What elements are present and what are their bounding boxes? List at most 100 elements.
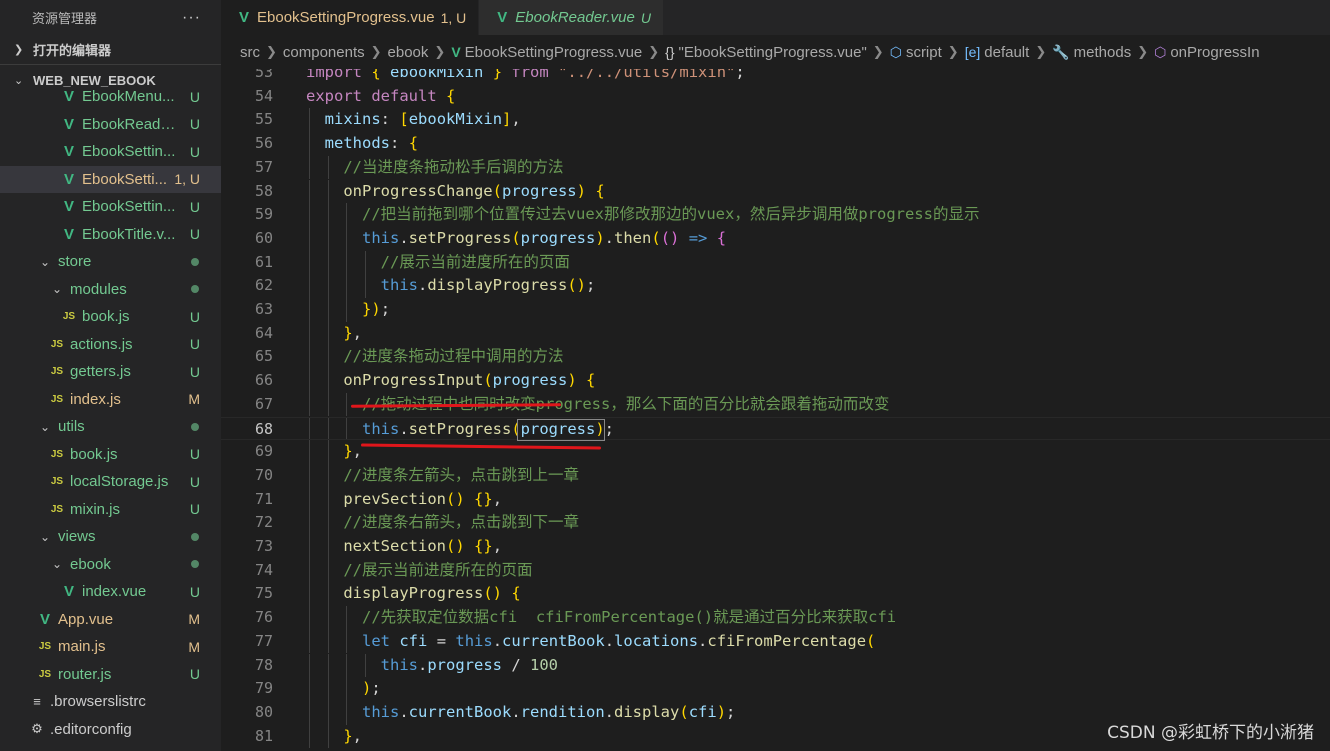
folder-item[interactable]: ⌄ modules <box>0 276 221 304</box>
file-item[interactable]: JS book.js U <box>0 441 221 469</box>
js-file-icon: JS <box>50 393 64 405</box>
breadcrumb-ebook[interactable]: ebook <box>388 44 429 61</box>
folder-item[interactable]: ⌄ store <box>0 248 221 276</box>
code-editor[interactable]: 53 import { ebookMixin } from "../../util… <box>221 69 1330 751</box>
tree-item-label: .browserslistrc <box>50 693 146 711</box>
git-status-badge: U <box>189 88 200 105</box>
file-item[interactable]: JS index.js M <box>0 386 221 414</box>
code-line[interactable]: 73 nextSection() {}, <box>221 535 1330 559</box>
editor-tabs: V EbookSettingProgress.vue 1, U V EbookR… <box>221 0 1330 35</box>
line-number: 65 <box>254 347 273 366</box>
file-item[interactable]: V EbookMenu... U <box>0 83 221 111</box>
file-item[interactable]: V EbookSettin... U <box>0 138 221 166</box>
tree-item-label: localStorage.js <box>70 473 169 491</box>
folder-item[interactable]: ⌄ views <box>0 523 221 551</box>
code-line[interactable]: 57 //当进度条拖动松手后调的方法 <box>221 155 1330 180</box>
code-line[interactable]: 62 this.displayProgress(); <box>221 274 1330 298</box>
code-line[interactable]: 58 onProgressChange(progress) { <box>221 179 1330 204</box>
tab-ebook-reader[interactable]: V EbookReader.vue U <box>479 0 664 35</box>
file-item[interactable]: V EbookTitle.v... U <box>0 221 221 249</box>
vue-file-icon: V <box>63 115 74 133</box>
braces-icon: {} <box>665 44 675 60</box>
code-line[interactable]: 79 ); <box>221 677 1330 701</box>
code-line[interactable]: 59 //把当前拖到哪个位置传过去vuex那修改那边的vuex，然后异步调用做p… <box>221 203 1330 227</box>
more-actions-icon[interactable]: ··· <box>182 9 201 27</box>
tab-ebook-setting-progress[interactable]: V EbookSettingProgress.vue 1, U <box>221 0 480 35</box>
code-line[interactable]: 72 //进度条右箭头，点击跳到下一章 <box>221 511 1330 535</box>
git-status-badge: M <box>188 638 200 655</box>
code-line[interactable]: 53 import { ebookMixin } from "../../util… <box>221 69 1330 85</box>
code-line[interactable]: 76 //先获取定位数据cfi cfiFromPercentage()就是通过百… <box>221 606 1330 630</box>
code-text: //把当前拖到哪个位置传过去vuex那修改那边的vuex，然后异步调用做prog… <box>362 205 980 224</box>
code-text: this.setProgress(progress).then(() => { <box>362 228 727 247</box>
file-item[interactable]: V EbookSetti... 1, U <box>0 165 221 193</box>
open-editors-section[interactable]: ❯ 打开的编辑器 <box>0 35 221 65</box>
tree-item-label: utils <box>58 418 85 436</box>
code-line[interactable]: 75 displayProgress() { <box>221 582 1330 607</box>
file-item[interactable]: JS main.js M <box>0 633 221 661</box>
breadcrumb-method[interactable]: onProgressIn <box>1170 44 1259 61</box>
file-item[interactable]: JS book.js U <box>0 303 221 331</box>
file-item[interactable]: Vindex.vue U <box>0 578 221 606</box>
code-text: onProgressChange(progress) { <box>343 181 605 200</box>
git-status-badge: U <box>189 501 200 518</box>
vue-file-icon: V <box>451 44 461 60</box>
code-text: mixins: [ebookMixin], <box>324 110 521 129</box>
code-line[interactable]: 55 mixins: [ebookMixin], <box>221 108 1330 133</box>
js-file-icon: JS <box>62 311 76 323</box>
explorer-title: 资源管理器 <box>32 11 98 26</box>
file-item[interactable]: JS actions.js U <box>0 331 221 359</box>
code-line[interactable]: 71 prevSection() {}, <box>221 487 1330 512</box>
line-number: 70 <box>254 465 273 484</box>
breadcrumb: src ❯ components ❯ ebook ❯ V EbookSettin… <box>221 35 1330 69</box>
file-item[interactable]: ≡ .browserslistrc <box>0 688 221 716</box>
chevron-right-icon: ❯ <box>434 44 446 59</box>
line-number: 79 <box>254 679 273 698</box>
chevron-right-icon: ❯ <box>266 44 277 59</box>
line-number: 62 <box>254 276 273 295</box>
code-text: let cfi = this.currentBook.locations.cfi… <box>362 631 876 650</box>
code-line[interactable]: 78 this.progress / 100 <box>221 653 1330 678</box>
breadcrumb-default[interactable]: default <box>984 44 1029 61</box>
breadcrumb-methods[interactable]: methods <box>1074 44 1132 61</box>
tab-label: EbookReader.vue <box>515 9 635 26</box>
breadcrumb-src[interactable]: src <box>240 44 260 61</box>
code-text: }, <box>343 442 363 461</box>
line-number: 61 <box>254 252 273 271</box>
file-item[interactable]: JS router.js U <box>0 661 221 689</box>
js-file-icon: JS <box>38 668 52 680</box>
code-line[interactable]: 74 //展示当前进度所在的页面 <box>221 558 1330 583</box>
code-line[interactable]: 66 onProgressInput(progress) { <box>221 369 1330 393</box>
breadcrumb-file[interactable]: EbookSettingProgress.vue <box>465 44 643 61</box>
code-line[interactable]: 60 this.setProgress(progress).then(() =>… <box>221 226 1330 251</box>
code-line[interactable]: 54 export default { <box>221 85 1330 109</box>
code-line[interactable]: 63 }); <box>221 298 1330 322</box>
method-cube-icon: ⬡ <box>1154 43 1167 60</box>
file-item[interactable]: V EbookSettin... U <box>0 193 221 221</box>
folder-item[interactable]: ⌄ ebook <box>0 551 221 579</box>
breadcrumb-components[interactable]: components <box>283 44 365 61</box>
code-line[interactable]: 64 }, <box>221 321 1330 346</box>
file-item[interactable]: JS getters.js U <box>0 358 221 386</box>
folder-item[interactable]: ⌄ utils <box>0 413 221 441</box>
code-line[interactable]: 77 let cfi = this.currentBook.locations.… <box>221 629 1330 654</box>
line-number: 75 <box>254 584 273 603</box>
file-item[interactable]: JS localStorage.js U <box>0 468 221 496</box>
file-item[interactable]: ⚙ .editorconfig <box>0 716 221 744</box>
code-line[interactable]: 61 //展示当前进度所在的页面 <box>221 250 1330 275</box>
code-text: import { ebookMixin } from "../../utils/… <box>306 69 745 81</box>
code-line[interactable]: 56 methods: { <box>221 132 1330 156</box>
breadcrumb-module[interactable]: "EbookSettingProgress.vue" <box>679 44 867 61</box>
tree-item-label: index.js <box>70 390 121 408</box>
code-line[interactable]: 65 //进度条拖动过程中调用的方法 <box>221 345 1330 370</box>
code-text: this.progress / 100 <box>380 655 559 674</box>
code-line[interactable]: 70 //进度条左箭头，点击跳到上一章 <box>221 463 1330 488</box>
file-item[interactable]: V App.vue M <box>0 606 221 634</box>
vue-file-icon: V <box>63 143 74 161</box>
breadcrumb-script[interactable]: script <box>906 44 942 61</box>
file-item[interactable]: JS mixin.js U <box>0 496 221 524</box>
file-item[interactable]: V EbookReade... U <box>0 111 221 139</box>
js-file-icon: JS <box>38 641 52 653</box>
code-line[interactable]: 68 this.setProgress(progress); <box>221 416 1330 441</box>
vue-file-icon: V <box>63 583 74 601</box>
